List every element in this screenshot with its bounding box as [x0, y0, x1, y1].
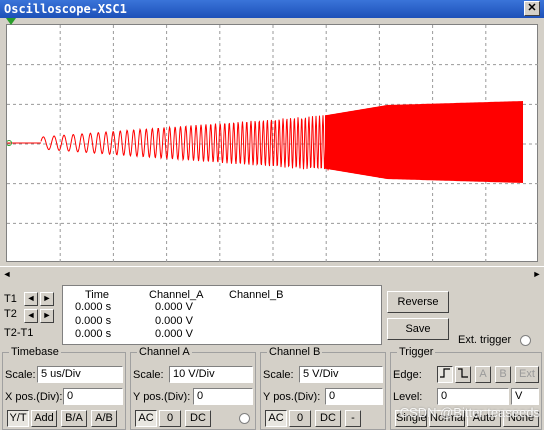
oscilloscope-window: Oscilloscope-XSC1 ✕ ◄ ► T1 ◄ ► T2 ◄ ► T2… — [0, 0, 544, 430]
save-button[interactable]: Save — [387, 318, 449, 340]
timebase-xpos-field[interactable]: 0 — [63, 388, 123, 405]
channel-a-color-indicator — [239, 413, 250, 424]
channel-b-ac-button[interactable]: AC — [265, 410, 287, 427]
t1-right-arrow-icon[interactable]: ► — [40, 292, 54, 306]
channel-a-scale-field[interactable]: 10 V/Div — [169, 366, 253, 383]
trigger-level-label: Level: — [393, 391, 423, 403]
scroll-right-icon[interactable]: ► — [530, 267, 544, 281]
t2-right-arrow-icon[interactable]: ► — [40, 309, 54, 323]
reverse-button[interactable]: Reverse — [387, 291, 449, 313]
mode-ab-button[interactable]: A/B — [91, 410, 117, 427]
readout-header-time: Time — [85, 289, 110, 301]
falling-edge-icon[interactable] — [455, 366, 471, 383]
readout-t1-channel-a: 0.000 V — [155, 301, 193, 313]
ext-trigger-radio[interactable] — [520, 335, 531, 346]
mode-ba-button[interactable]: B/A — [61, 410, 87, 427]
waveform-envelope — [325, 101, 523, 183]
timebase-scale-label: Scale: — [5, 369, 36, 381]
channel-b-scale-field[interactable]: 5 V/Div — [299, 366, 383, 383]
channel-b-title: Channel B — [267, 346, 323, 358]
mode-yt-button[interactable]: Y/T — [7, 410, 29, 427]
scroll-left-icon[interactable]: ◄ — [0, 267, 14, 281]
channel-a-group: Channel A Scale: 10 V/Div Y pos.(Div): 0… — [130, 346, 256, 430]
t1-left-arrow-icon[interactable]: ◄ — [24, 292, 38, 306]
cursor-t2-label: T2 — [4, 308, 17, 320]
mode-add-button[interactable]: Add — [31, 410, 57, 427]
readout-t1-time: 0.000 s — [75, 301, 112, 313]
readout-header-channel-a: Channel_A — [149, 289, 204, 301]
timebase-scale-field[interactable]: 5 us/Div — [37, 366, 123, 383]
trigger-source-a-button[interactable]: A — [475, 366, 491, 383]
trigger-level-unit[interactable]: V — [511, 388, 539, 405]
watermark-text: CSDN @Bitter teaseeds — [399, 405, 540, 420]
waveform-trace — [40, 115, 330, 171]
trigger-title: Trigger — [397, 346, 436, 358]
readout-t2t1-time: 0.000 s — [75, 328, 112, 340]
ext-trigger-label: Ext. trigger — [458, 334, 512, 346]
channel-a-title: Channel A — [137, 346, 192, 358]
timebase-xpos-label: X pos.(Div): — [5, 391, 63, 403]
channel-b-scale-label: Scale: — [263, 369, 294, 381]
readout-t2t1-channel-a: 0.000 V — [155, 328, 193, 340]
trigger-level-field[interactable]: 0 — [437, 388, 509, 405]
cursor-t1-label: T1 — [4, 293, 17, 305]
channel-a-zero-button[interactable]: 0 — [159, 410, 181, 427]
readout-t2-channel-a: 0.000 V — [155, 315, 193, 327]
measurement-readout: Time Channel_A Channel_B 0.000 s 0.000 V… — [62, 285, 382, 345]
horizontal-scrollbar[interactable]: ◄ ► — [0, 266, 544, 280]
channel-a-ypos-label: Y pos.(Div): — [133, 391, 191, 403]
timebase-title: Timebase — [9, 346, 61, 358]
trigger-edge-label: Edge: — [393, 369, 422, 381]
timebase-group: Timebase Scale: 5 us/Div X pos.(Div): 0 … — [2, 346, 126, 430]
trigger-source-ext-button[interactable]: Ext — [515, 366, 539, 383]
channel-a-scale-label: Scale: — [133, 369, 164, 381]
title-bar: Oscilloscope-XSC1 ✕ — [0, 0, 544, 18]
scope-display — [6, 25, 539, 263]
channel-b-zero-button[interactable]: 0 — [289, 410, 311, 427]
trigger-source-b-button[interactable]: B — [495, 366, 511, 383]
channel-b-dc-button[interactable]: DC — [315, 410, 341, 427]
window-title: Oscilloscope-XSC1 — [4, 2, 127, 16]
scope-screen — [6, 24, 539, 263]
channel-b-invert-button[interactable]: - — [345, 410, 361, 427]
rising-edge-icon[interactable] — [437, 366, 453, 383]
channel-a-dc-button[interactable]: DC — [185, 410, 211, 427]
channel-b-group: Channel B Scale: 5 V/Div Y pos.(Div): 0 … — [260, 346, 386, 430]
channel-a-ypos-field[interactable]: 0 — [193, 388, 253, 405]
channel-b-ypos-field[interactable]: 0 — [325, 388, 383, 405]
channel-a-ac-button[interactable]: AC — [135, 410, 157, 427]
readout-header-channel-b: Channel_B — [229, 289, 284, 301]
close-button[interactable]: ✕ — [524, 1, 540, 16]
t2-left-arrow-icon[interactable]: ◄ — [24, 309, 38, 323]
cursor-t2t1-label: T2-T1 — [4, 327, 34, 339]
cursor-1-marker[interactable] — [6, 18, 16, 25]
channel-b-ypos-label: Y pos.(Div): — [263, 391, 321, 403]
readout-t2-time: 0.000 s — [75, 315, 112, 327]
